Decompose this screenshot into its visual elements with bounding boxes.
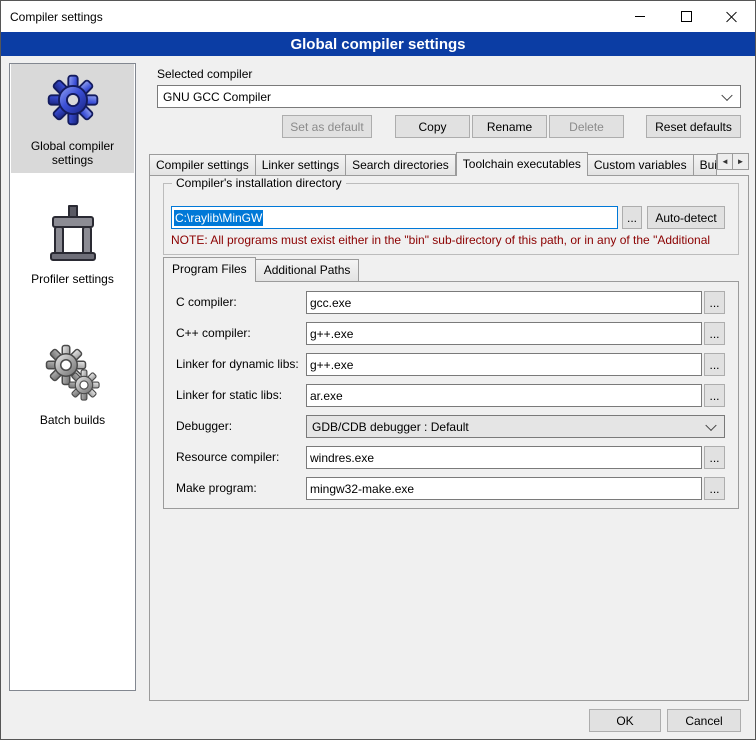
window-controls [617, 1, 755, 32]
cpp-compiler-label: C++ compiler: [176, 322, 251, 345]
reset-defaults-button[interactable]: Reset defaults [646, 115, 741, 138]
minimize-icon [635, 16, 645, 17]
cpp-compiler-browse-button[interactable]: ... [704, 322, 725, 345]
tab-program-files[interactable]: Program Files [163, 257, 256, 282]
c-compiler-label: C compiler: [176, 291, 237, 314]
dialog-header: Global compiler settings [1, 32, 755, 56]
linker-static-input[interactable] [306, 384, 702, 407]
compiler-select[interactable]: GNU GCC Compiler [157, 85, 741, 108]
clamp-tool-icon [47, 204, 99, 262]
autodetect-button[interactable]: Auto-detect [647, 206, 725, 229]
blue-gear-icon [44, 71, 102, 129]
make-program-row: Make program: ... [164, 477, 738, 500]
tab-custom-variables[interactable]: Custom variables [588, 154, 694, 176]
chevron-down-icon [705, 419, 716, 430]
tab-scroll-left-button[interactable]: ◄ [717, 153, 733, 170]
installation-directory-value: C:\raylib\MinGW [174, 210, 263, 226]
window-title: Compiler settings [1, 10, 103, 24]
make-program-browse-button[interactable]: ... [704, 477, 725, 500]
compiler-select-value: GNU GCC Compiler [163, 90, 271, 104]
rename-button[interactable]: Rename [472, 115, 547, 138]
debugger-label: Debugger: [176, 415, 232, 438]
sidebar-item-label: Global compiler settings [13, 139, 132, 167]
program-files-tabstrip: Program Files Additional Paths [163, 257, 359, 282]
c-compiler-input[interactable] [306, 291, 702, 314]
tab-linker-settings[interactable]: Linker settings [256, 154, 346, 176]
linker-static-label: Linker for static libs: [176, 384, 282, 407]
toolchain-executables-page: Compiler's installation directory C:\ray… [149, 175, 749, 701]
make-program-input[interactable] [306, 477, 702, 500]
linker-dynamic-row: Linker for dynamic libs: ... [164, 353, 738, 376]
linker-dynamic-browse-button[interactable]: ... [704, 353, 725, 376]
tab-search-directories[interactable]: Search directories [346, 154, 456, 176]
resource-compiler-browse-button[interactable]: ... [704, 446, 725, 469]
category-sidebar: Global compiler settings Profiler settin… [9, 63, 136, 691]
resource-compiler-label: Resource compiler: [176, 446, 279, 469]
cpp-compiler-row: C++ compiler: ... [164, 322, 738, 345]
note-text: NOTE: All programs must exist either in … [171, 233, 733, 247]
delete-button[interactable]: Delete [549, 115, 624, 138]
cancel-button[interactable]: Cancel [667, 709, 741, 732]
linker-dynamic-label: Linker for dynamic libs: [176, 353, 299, 376]
tab-build-truncated[interactable]: Buil [694, 154, 717, 176]
tab-toolchain-executables[interactable]: Toolchain executables [456, 152, 588, 176]
resource-compiler-input[interactable] [306, 446, 702, 469]
tab-additional-paths[interactable]: Additional Paths [256, 259, 360, 282]
cpp-compiler-input[interactable] [306, 322, 702, 345]
linker-static-browse-button[interactable]: ... [704, 384, 725, 407]
tab-scroll-right-button[interactable]: ► [733, 153, 749, 170]
titlebar: Compiler settings [1, 1, 755, 32]
set-as-default-button[interactable]: Set as default [282, 115, 372, 138]
resource-compiler-row: Resource compiler: ... [164, 446, 738, 469]
debugger-row: Debugger: GDB/CDB debugger : Default [164, 415, 738, 438]
maximize-icon [681, 11, 692, 22]
installation-directory-input[interactable]: C:\raylib\MinGW [171, 206, 618, 229]
copy-button[interactable]: Copy [395, 115, 470, 138]
debugger-select[interactable]: GDB/CDB debugger : Default [306, 415, 725, 438]
sidebar-item-label: Profiler settings [13, 272, 132, 286]
linker-static-row: Linker for static libs: ... [164, 384, 738, 407]
debugger-select-value: GDB/CDB debugger : Default [312, 420, 469, 434]
tab-scrollers: ◄ ► [717, 153, 749, 170]
program-files-panel: C compiler: ... C++ compiler: ... Linker… [163, 281, 739, 509]
installation-directory-group-title: Compiler's installation directory [172, 176, 346, 190]
close-button[interactable] [709, 1, 755, 32]
linker-dynamic-input[interactable] [306, 353, 702, 376]
dialog-header-title: Global compiler settings [290, 36, 465, 53]
compiler-settings-dialog: Compiler settings Global compiler settin… [0, 0, 756, 740]
minimize-button[interactable] [617, 1, 663, 32]
c-compiler-browse-button[interactable]: ... [704, 291, 725, 314]
chevron-down-icon [721, 89, 732, 100]
ok-button[interactable]: OK [589, 709, 661, 732]
sidebar-item-global-compiler-settings[interactable]: Global compiler settings [11, 64, 134, 173]
gray-gears-icon [44, 343, 102, 403]
maximize-button[interactable] [663, 1, 709, 32]
make-program-label: Make program: [176, 477, 257, 500]
tab-compiler-settings[interactable]: Compiler settings [149, 154, 256, 176]
installation-directory-browse-button[interactable]: ... [622, 206, 642, 229]
close-icon [726, 11, 738, 23]
sidebar-item-label: Batch builds [13, 413, 132, 427]
c-compiler-row: C compiler: ... [164, 291, 738, 314]
settings-tabstrip: Compiler settings Linker settings Search… [149, 152, 749, 176]
sidebar-item-profiler-settings[interactable]: Profiler settings [11, 197, 134, 292]
sidebar-item-batch-builds[interactable]: Batch builds [11, 336, 134, 433]
selected-compiler-label: Selected compiler [157, 67, 252, 81]
